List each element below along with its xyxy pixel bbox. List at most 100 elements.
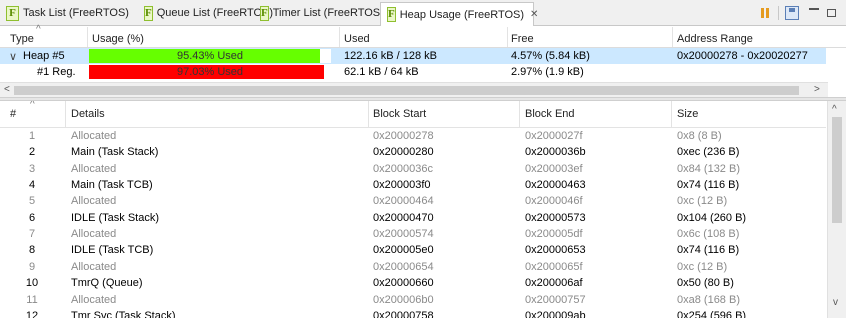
block-end: 0x2000027f [525,130,583,142]
view-toolbar [752,5,841,21]
block-start: 0x20000470 [373,211,434,224]
block-details: IDLE (Task Stack) [71,211,160,224]
block-end: 0x200006af [525,277,583,290]
block-row[interactable]: 8 IDLE (Task TCB) 0x200005e0 0x20000653 0x74… [0,242,826,258]
scroll-right-icon[interactable]: > [814,84,820,95]
address-range-value: 0x20000278 - 0x20020277 [677,50,808,62]
block-end: 0x20000757 [525,293,586,306]
column-header-free[interactable]: Free [511,33,534,45]
vertical-scrollbar[interactable]: ^ v [827,101,846,318]
block-index: 1 [28,130,36,142]
block-size: 0x74 (116 B) [677,179,740,192]
close-tab-icon[interactable]: ✕ [530,9,538,20]
pause-icon[interactable] [758,6,772,20]
tab-label: Task List (FreeRTOS) [23,7,129,19]
block-row[interactable]: 7 Allocated 0x20000574 0x200005df 0x6c (108 … [0,226,826,242]
block-details: Allocated [71,195,117,208]
column-header-usage[interactable]: Usage (%) [92,33,144,45]
block-row[interactable]: 10 TmrQ (Queue) 0x20000660 0x200006af 0x50 (… [0,275,826,291]
column-header-address-range[interactable]: Address Range [677,33,753,45]
block-size: 0xec (236 B) [677,146,740,159]
block-size: 0x6c (108 B) [677,228,740,241]
block-start: 0x20000758 [373,309,434,318]
block-index: 12 [25,309,39,318]
block-details: IDLE (Task TCB) [71,244,154,257]
block-details: Allocated [71,228,117,241]
column-divider[interactable] [519,101,520,127]
column-header-block-start[interactable]: Block Start [373,108,426,120]
block-start: 0x200003f0 [373,179,431,192]
maximize-icon[interactable] [827,6,841,20]
block-start: 0x200005e0 [373,244,434,257]
block-end: 0x20000573 [525,211,586,224]
block-row[interactable]: 11 Allocated 0x200006b0 0x20000757 0xa8 (168… [0,292,826,308]
block-index: 5 [28,195,36,208]
block-end: 0x2000036b [525,146,586,159]
block-row[interactable]: 5 Allocated 0x20000464 0x2000046f 0xc (12 B) [0,193,826,209]
block-start: 0x20000654 [373,260,434,273]
save-icon[interactable] [785,6,799,20]
block-size: 0x104 (260 B) [677,211,747,224]
freertos-f-icon: F [144,5,153,21]
block-row[interactable]: 6 IDLE (Task Stack) 0x20000470 0x20000573 0x… [0,210,826,226]
usage-label: 95.43% Used [176,50,244,62]
column-header-size[interactable]: Size [677,108,698,120]
freertos-f-icon: F [6,5,19,21]
block-details: Allocated [71,293,117,306]
block-size: 0x74 (116 B) [677,244,740,257]
used-value: 122.16 kB / 128 kB [344,50,437,62]
column-divider[interactable] [368,101,369,127]
column-divider[interactable] [339,27,340,47]
block-size: 0xc (12 B) [677,260,728,273]
block-size: 0xc (12 B) [677,195,728,208]
column-header-type[interactable]: Type [10,33,34,45]
column-divider[interactable] [65,101,66,127]
block-index: 2 [28,146,36,159]
tab-task-list[interactable]: F Task List (FreeRTOS) [0,2,146,24]
scroll-left-icon[interactable]: < [4,84,10,95]
block-end: 0x200005df [525,228,583,241]
free-value: 2.97% (1.9 kB) [511,66,584,78]
column-header-index[interactable]: # [10,108,16,120]
horizontal-scrollbar[interactable]: < > [0,82,828,98]
heap-row[interactable]: ∨ Heap #5 95.43% Used 122.16 kB / 128 kB… [0,48,826,64]
heap-summary-header: ^ Type Usage (%) Used Free Address Range [0,24,846,48]
block-row[interactable]: 1 Allocated 0x20000278 0x2000027f 0x8 (8 B) [0,128,826,144]
column-divider[interactable] [671,101,672,127]
tab-timer-list[interactable]: F Timer List (FreeRTOS) [254,2,384,24]
scroll-down-icon[interactable]: v [833,297,838,308]
column-header-block-end[interactable]: Block End [525,108,575,120]
scrollbar-thumb[interactable] [832,117,842,223]
tab-queue-list[interactable]: F Queue List (FreeRTOS) [138,2,273,24]
toolbar-separator [778,6,779,20]
column-header-used[interactable]: Used [344,33,370,45]
block-size: 0x254 (596 B) [677,309,747,318]
block-row[interactable]: 12 Tmr Svc (Task Stack) 0x20000758 0x200009… [0,308,826,318]
block-start: 0x20000660 [373,277,434,290]
block-details: Main (Task Stack) [71,146,159,159]
heap-region-row[interactable]: #1 Reg. 97.03% Used 62.1 kB / 64 kB 2.97… [0,64,826,80]
collapse-chevron-icon[interactable]: ∨ [9,50,17,63]
block-end: 0x200009ab [525,309,586,318]
block-row[interactable]: 4 Main (Task TCB) 0x200003f0 0x20000463 0x74… [0,177,826,193]
block-start: 0x20000278 [373,130,434,142]
scrollbar-thumb[interactable] [14,86,799,95]
block-end: 0x20000653 [525,244,586,257]
block-row[interactable]: 9 Allocated 0x20000654 0x2000065f 0xc (12 B) [0,259,826,275]
block-row[interactable]: 2 Main (Task Stack) 0x20000280 0x2000036b 0x… [0,144,826,160]
block-index: 10 [25,277,39,290]
block-index: 4 [28,179,36,192]
block-size: 0x84 (132 B) [677,162,740,175]
free-value: 4.57% (5.84 kB) [511,50,590,62]
block-index: 9 [28,260,36,273]
block-start: 0x20000280 [373,146,434,159]
column-header-details[interactable]: Details [71,108,105,120]
tab-heap-usage[interactable]: F Heap Usage (FreeRTOS) ✕ [380,2,538,26]
column-divider[interactable] [672,27,673,47]
freertos-f-icon: F [387,7,396,22]
minimize-icon[interactable] [809,6,823,20]
column-divider[interactable] [507,27,508,47]
column-divider[interactable] [87,27,88,47]
scroll-up-icon[interactable]: ^ [832,104,837,115]
block-row[interactable]: 3 Allocated 0x2000036c 0x200003ef 0x84 (132 … [0,161,826,177]
